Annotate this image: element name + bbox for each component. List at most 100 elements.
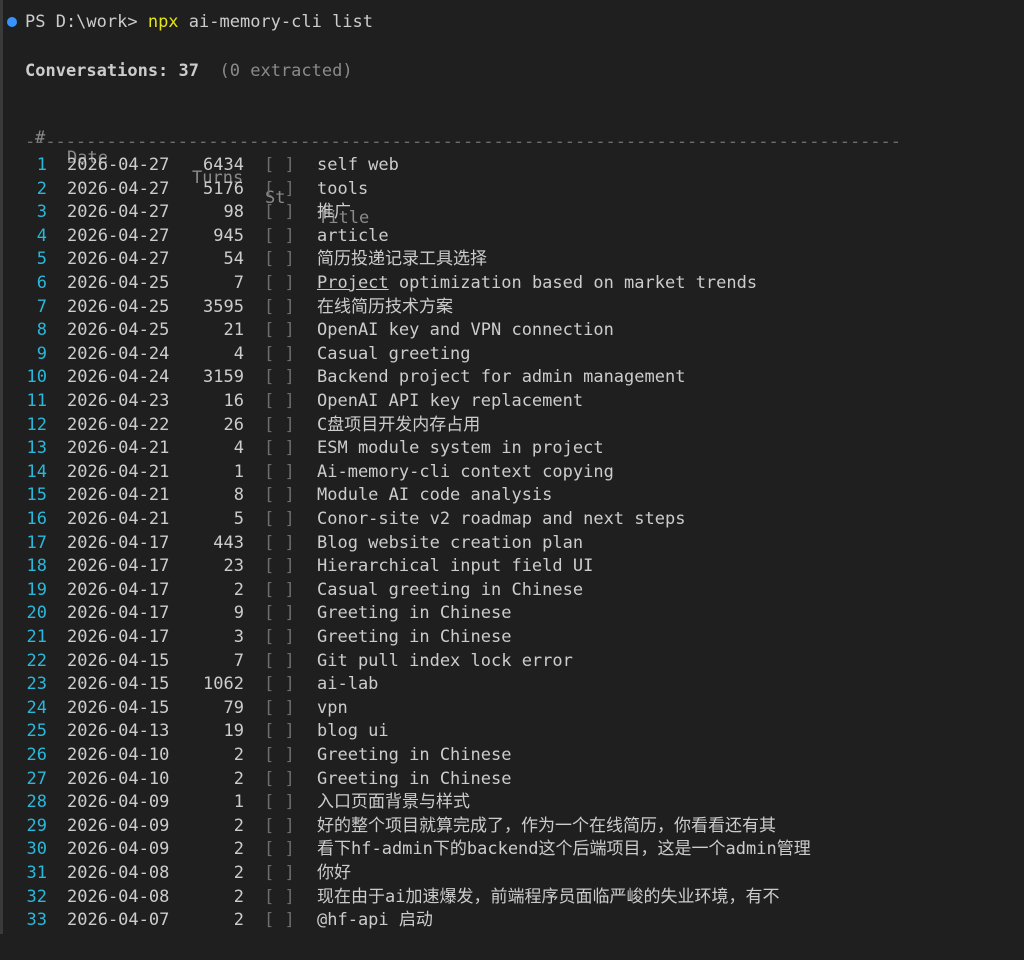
row-turns: 945 bbox=[213, 225, 244, 246]
table-row: 24 2026-04-15 79 [ ] vpn bbox=[0, 697, 1024, 721]
row-num: 31 bbox=[26, 863, 47, 883]
row-title: Blog website creation plan bbox=[317, 532, 584, 553]
row-status: [ ] bbox=[264, 225, 295, 246]
row-title: Module AI code analysis bbox=[317, 485, 553, 506]
row-turns: 4 bbox=[233, 343, 244, 364]
row-turns: 2 bbox=[233, 579, 244, 600]
row-num: 26 bbox=[26, 745, 47, 765]
row-title: @hf-api 启动 bbox=[317, 910, 433, 931]
row-turns: 9 bbox=[233, 603, 244, 624]
table-row: 2 2026-04-27 5176 [ ] tools bbox=[0, 178, 1024, 202]
row-date: 2026-04-10 bbox=[67, 768, 170, 789]
row-status: [ ] bbox=[264, 367, 295, 388]
row-turns: 98 bbox=[223, 202, 244, 223]
row-turns: 1 bbox=[233, 792, 244, 813]
row-date: 2026-04-21 bbox=[67, 509, 170, 529]
row-turns: 19 bbox=[223, 721, 244, 742]
row-num: 11 bbox=[26, 391, 47, 411]
row-status: [ ] bbox=[264, 178, 295, 199]
table-row: 21 2026-04-17 3 [ ] Greeting in Chinese bbox=[0, 626, 1024, 650]
row-turns: 2 bbox=[233, 745, 244, 765]
row-title: blog ui bbox=[317, 721, 389, 742]
row-title: vpn bbox=[317, 697, 348, 718]
row-date: 2026-04-23 bbox=[67, 391, 170, 411]
row-date: 2026-04-15 bbox=[67, 650, 170, 671]
row-date: 2026-04-17 bbox=[67, 556, 170, 577]
table-row: 17 2026-04-17 443 [ ] Blog website creation … bbox=[0, 532, 1024, 556]
row-status: [ ] bbox=[264, 910, 295, 931]
row-num: 28 bbox=[26, 792, 47, 813]
row-title: Git pull index lock error bbox=[317, 650, 573, 671]
row-date: 2026-04-25 bbox=[67, 320, 170, 341]
header-separator: ----------------------------------------… bbox=[25, 132, 901, 152]
row-date: 2026-04-09 bbox=[67, 815, 170, 836]
row-title: Hierarchical input field UI bbox=[317, 556, 594, 577]
row-date: 2026-04-17 bbox=[67, 627, 170, 647]
row-num: 19 bbox=[26, 579, 47, 600]
row-status: [ ] bbox=[264, 674, 295, 695]
row-num: 15 bbox=[26, 485, 47, 506]
row-status: [ ] bbox=[264, 414, 295, 435]
row-status: [ ] bbox=[264, 391, 295, 411]
row-date: 2026-04-17 bbox=[67, 603, 170, 624]
row-turns: 54 bbox=[223, 249, 244, 270]
row-title: 推广 bbox=[317, 202, 351, 223]
row-turns: 5176 bbox=[203, 178, 244, 199]
row-date: 2026-04-21 bbox=[67, 485, 170, 506]
row-date: 2026-04-27 bbox=[67, 249, 170, 270]
table-row: 9 2026-04-24 4 [ ] Casual greeting bbox=[0, 343, 1024, 367]
table-row: 5 2026-04-27 54 [ ] 简历投递记录工具选择 bbox=[0, 248, 1024, 272]
row-status: [ ] bbox=[264, 461, 295, 482]
row-status: [ ] bbox=[264, 343, 295, 364]
row-num: 3 bbox=[36, 202, 47, 223]
row-status: [ ] bbox=[264, 556, 295, 577]
row-title: Ai-memory-cli context copying bbox=[317, 461, 614, 482]
row-date: 2026-04-09 bbox=[67, 839, 170, 860]
row-title: OpenAI key and VPN connection bbox=[317, 320, 614, 341]
row-title: OpenAI API key replacement bbox=[317, 391, 584, 411]
row-title: 简历投递记录工具选择 bbox=[317, 249, 487, 270]
row-num: 30 bbox=[26, 839, 47, 860]
table-row: 30 2026-04-09 2 [ ] 看下hf-admin下的backend这个后端项… bbox=[0, 838, 1024, 862]
prompt-args: ai-memory-cli list bbox=[178, 12, 374, 32]
table-row: 6 2026-04-25 7 [ ] Project optimization base… bbox=[0, 272, 1024, 296]
row-turns: 16 bbox=[223, 391, 244, 411]
row-title: self web bbox=[317, 155, 399, 175]
row-turns: 2 bbox=[233, 768, 244, 789]
row-num: 9 bbox=[36, 343, 47, 364]
table-row: 25 2026-04-13 19 [ ] blog ui bbox=[0, 720, 1024, 744]
table-row: 1 2026-04-27 6434 [ ] self web bbox=[0, 154, 1024, 178]
title-link-word[interactable]: Project bbox=[317, 273, 389, 293]
row-turns: 79 bbox=[223, 697, 244, 718]
row-status: [ ] bbox=[264, 721, 295, 742]
row-num: 33 bbox=[26, 910, 47, 931]
row-title: 现在由于ai加速爆发，前端程序员面临严峻的失业环境，有不 bbox=[317, 886, 780, 907]
summary-line: Conversations: 37 (0 extracted) bbox=[25, 61, 353, 81]
prompt-line: PS D:\work> npx ai-memory-cli list bbox=[25, 12, 373, 32]
row-status: [ ] bbox=[264, 155, 295, 175]
summary-extra: (0 extracted) bbox=[219, 61, 353, 81]
row-status: [ ] bbox=[264, 296, 295, 317]
command-status-dot-icon[interactable] bbox=[7, 17, 17, 27]
row-date: 2026-04-27 bbox=[67, 202, 170, 223]
table-row: 29 2026-04-09 2 [ ] 好的整个项目就算完成了，作为一个在线简历，你看看… bbox=[0, 815, 1024, 839]
row-date: 2026-04-17 bbox=[67, 532, 170, 553]
row-title: C盘项目开发内存占用 bbox=[317, 414, 481, 435]
row-status: [ ] bbox=[264, 839, 295, 860]
row-status: [ ] bbox=[264, 815, 295, 836]
row-turns: 2 bbox=[233, 863, 244, 883]
row-num: 4 bbox=[36, 225, 47, 246]
prompt-path: PS D:\work> bbox=[25, 12, 148, 32]
table-row: 28 2026-04-09 1 [ ] 入口页面背景与样式 bbox=[0, 791, 1024, 815]
row-date: 2026-04-17 bbox=[67, 579, 170, 600]
table-row: 23 2026-04-15 1062 [ ] ai-lab bbox=[0, 673, 1024, 697]
row-turns: 7 bbox=[233, 650, 244, 671]
row-turns: 3595 bbox=[203, 296, 244, 317]
row-status: [ ] bbox=[264, 320, 295, 341]
row-date: 2026-04-08 bbox=[67, 886, 170, 907]
row-num: 23 bbox=[26, 674, 47, 695]
row-date: 2026-04-13 bbox=[67, 721, 170, 742]
row-title: 入口页面背景与样式 bbox=[317, 792, 470, 813]
row-status: [ ] bbox=[264, 627, 295, 647]
row-title: Casual greeting in Chinese bbox=[317, 579, 584, 600]
